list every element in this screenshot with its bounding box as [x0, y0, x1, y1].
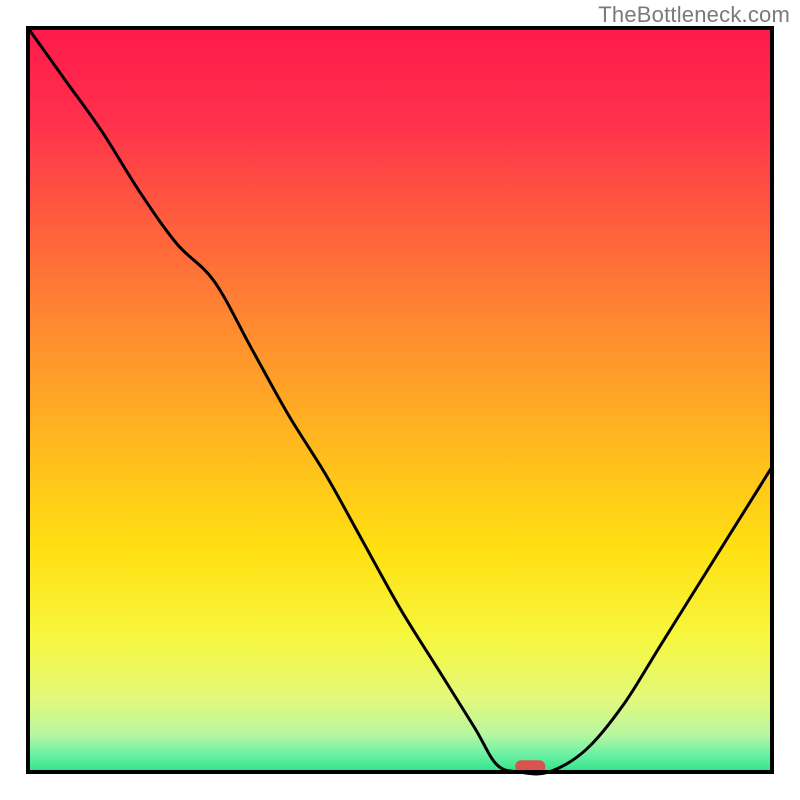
bottleneck-chart	[0, 0, 800, 800]
plot-background	[28, 28, 772, 772]
chart-stage: TheBottleneck.com	[0, 0, 800, 800]
